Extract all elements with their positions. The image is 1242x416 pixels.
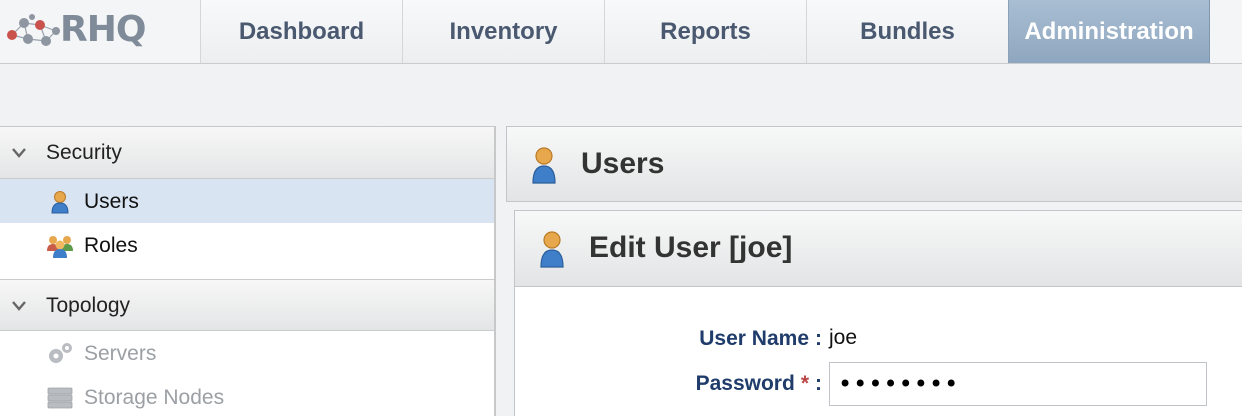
sidebar-item-roles[interactable]: Roles: [0, 223, 494, 267]
section-label: Security: [46, 141, 122, 164]
sidebar-item-servers[interactable]: Servers: [0, 331, 494, 375]
user-name-label-text: User Name: [699, 327, 809, 350]
sidebar-item-users[interactable]: Users: [0, 179, 494, 223]
tab-dashboard[interactable]: Dashboard: [200, 0, 402, 63]
storage-icon: [47, 387, 73, 409]
tab-bundles[interactable]: Bundles: [806, 0, 1008, 63]
users-view-header: Users: [506, 126, 1242, 202]
chevron-down-icon: [12, 148, 26, 158]
section-header-security[interactable]: Security: [0, 127, 494, 179]
edit-user-panel: Edit User [joe] User Name: joe Password *…: [514, 210, 1242, 416]
tab-administration[interactable]: Administration: [1008, 0, 1210, 63]
sidebar-item-label: Users: [84, 190, 139, 213]
edit-user-title: Edit User [joe]: [589, 231, 793, 264]
roles-icon: [47, 236, 73, 258]
page-title: Users: [581, 147, 665, 180]
label-colon: :: [815, 327, 822, 350]
sidebar-item-label: Storage Nodes: [84, 386, 225, 409]
sidebar-item-label: Servers: [84, 342, 157, 365]
user-icon: [51, 191, 69, 214]
main-content: Users Edit User [joe] User Name: joe Pas…: [506, 126, 1242, 416]
required-marker: *: [800, 372, 809, 395]
left-navigation: Security Users Roles Topology Servers St…: [0, 126, 496, 416]
servers-icon: [49, 343, 72, 363]
label-colon: :: [815, 372, 822, 395]
user-name-value: joe: [829, 326, 858, 349]
section-header-topology[interactable]: Topology: [0, 279, 494, 331]
password-label: Password *:: [696, 372, 822, 396]
sidebar-item-storage-nodes[interactable]: Storage Nodes: [0, 375, 494, 416]
top-navigation-bar: RHQ Dashboard Inventory Reports Bundles …: [0, 0, 1242, 64]
section-label: Topology: [46, 294, 131, 317]
user-icon: [540, 231, 564, 268]
chevron-down-icon: [12, 301, 26, 311]
tab-reports[interactable]: Reports: [604, 0, 806, 63]
edit-user-header: Edit User [joe]: [515, 211, 1242, 287]
user-icon: [532, 147, 556, 184]
tab-inventory[interactable]: Inventory: [402, 0, 604, 63]
password-label-text: Password: [695, 372, 795, 395]
logo-graph-icon: [7, 14, 60, 46]
user-name-label: User Name:: [699, 327, 822, 351]
sidebar-item-label: Roles: [84, 234, 138, 257]
password-field[interactable]: [829, 362, 1207, 406]
logo-text: RHQ: [60, 9, 146, 50]
rhq-logo[interactable]: RHQ: [0, 0, 200, 64]
